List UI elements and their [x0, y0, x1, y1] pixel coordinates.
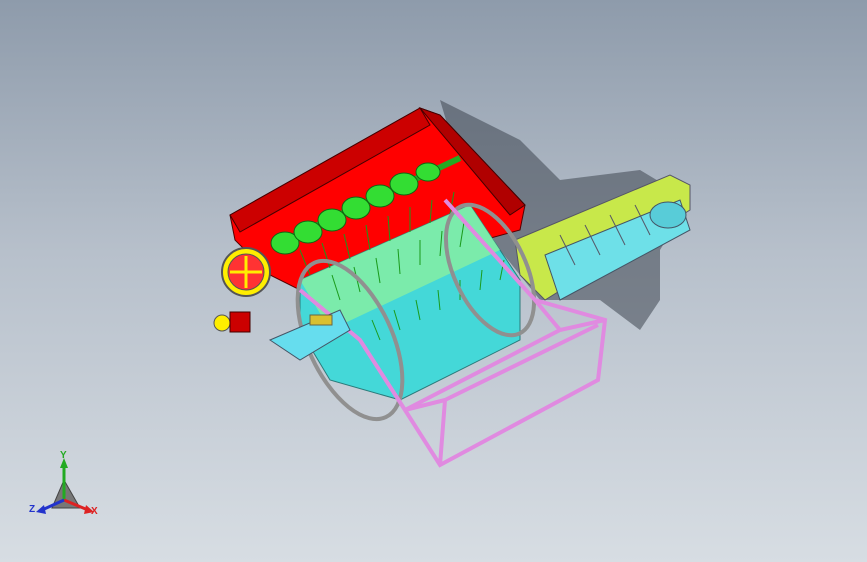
- cad-viewport[interactable]: [0, 0, 867, 562]
- triad-y-label: Y: [60, 450, 67, 461]
- triad-x-label: X: [91, 506, 98, 517]
- axis-triad: [36, 458, 94, 514]
- belt-pulley[interactable]: [213, 247, 271, 333]
- triad-z-label: Z: [29, 504, 36, 515]
